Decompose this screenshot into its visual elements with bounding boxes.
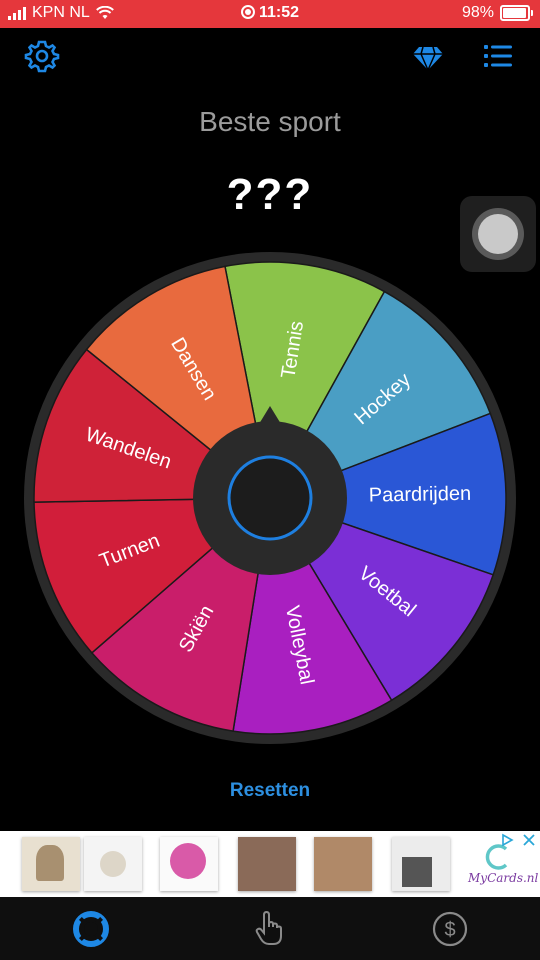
list-icon[interactable] <box>480 38 516 74</box>
status-bar: KPN NL 11:52 98% <box>0 0 540 28</box>
ad-card-2[interactable] <box>84 837 142 891</box>
mycards-logo <box>485 844 508 870</box>
gear-icon[interactable] <box>24 38 60 74</box>
spin-wheel[interactable]: TennisHockeyPaardrijdenVoetbalVolleybalS… <box>0 240 540 760</box>
svg-text:$: $ <box>444 919 455 941</box>
ad-card-3[interactable] <box>160 837 218 891</box>
diamond-icon[interactable] <box>410 38 446 74</box>
ad-card-4[interactable] <box>238 837 296 891</box>
hub-ring <box>227 455 313 541</box>
ad-info-icon[interactable] <box>500 833 514 847</box>
ad-brand: MyCards.nl <box>468 871 539 885</box>
battery-percent: 98% <box>461 4 494 21</box>
status-time-wrap: 11:52 <box>0 4 540 22</box>
lifebuoy-icon[interactable] <box>71 909 111 949</box>
spin-result: ??? <box>226 170 314 219</box>
hand-pointer-icon[interactable] <box>250 909 290 949</box>
ad-card-5[interactable] <box>314 837 372 891</box>
dollar-icon[interactable]: $ <box>430 909 470 949</box>
tab-bar: $ <box>0 897 540 960</box>
status-time: 11:52 <box>258 4 300 21</box>
ad-close-icon[interactable] <box>522 833 536 847</box>
ad-card-6[interactable] <box>392 837 450 891</box>
screen-recording-icon <box>240 5 255 19</box>
wheel-segment-label: Paardrijden <box>369 483 472 507</box>
ad-card-1[interactable] <box>22 837 80 891</box>
reset-button[interactable]: Resetten <box>0 780 540 802</box>
ad-banner[interactable]: MyCards.nl <box>0 831 540 897</box>
status-right: 98% <box>461 4 533 22</box>
battery-icon <box>500 5 533 21</box>
wheel-title: Beste sport <box>199 106 341 137</box>
